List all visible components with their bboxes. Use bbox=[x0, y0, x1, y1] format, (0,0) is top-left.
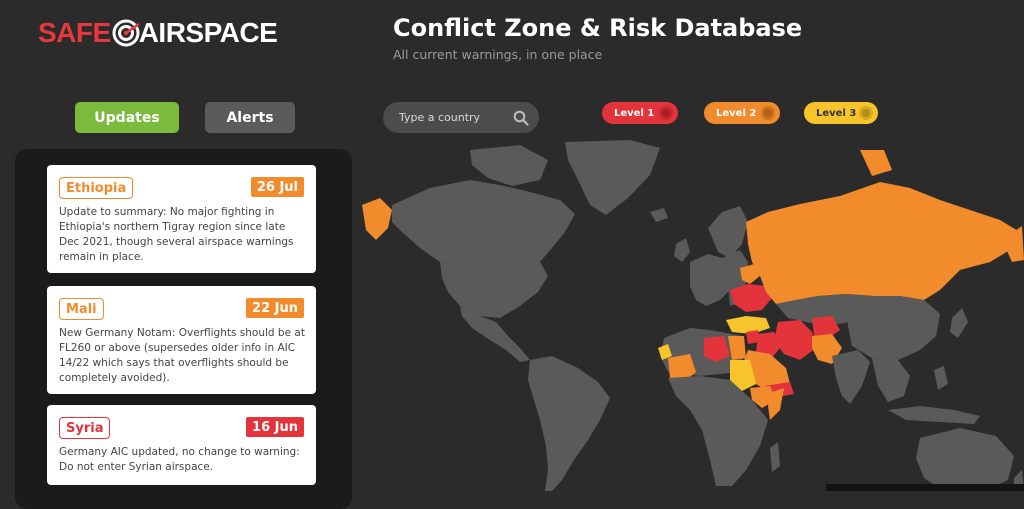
level-3-button[interactable]: Level 3 bbox=[804, 102, 878, 124]
page-title: Conflict Zone & Risk Database bbox=[393, 14, 803, 42]
map-scandinavia[interactable] bbox=[708, 206, 748, 258]
level-1-button[interactable]: Level 1 bbox=[602, 102, 678, 124]
map-indonesia[interactable] bbox=[888, 406, 980, 424]
country-tag[interactable]: Mali bbox=[59, 298, 104, 320]
level-3-label: Level 3 bbox=[816, 107, 857, 119]
level-2-button[interactable]: Level 2 bbox=[704, 102, 780, 124]
update-card-mali[interactable]: Mali 22 Jun New Germany Notam: Overfligh… bbox=[47, 286, 316, 394]
map-uk[interactable] bbox=[674, 238, 690, 262]
map-attribution-bar bbox=[826, 484, 1024, 491]
level-3-toggle-icon bbox=[859, 106, 873, 120]
updates-button[interactable]: Updates bbox=[75, 102, 179, 133]
date-badge: 16 Jun bbox=[246, 417, 304, 437]
update-text: Update to summary: No major fighting in … bbox=[59, 206, 294, 263]
map-novaya-zemlya[interactable] bbox=[860, 150, 892, 176]
map-iran[interactable] bbox=[774, 320, 816, 360]
map-turkey[interactable] bbox=[726, 316, 770, 334]
level-2-toggle-icon bbox=[761, 106, 775, 120]
level-1-label: Level 1 bbox=[614, 107, 655, 119]
map-south-america[interactable] bbox=[528, 356, 610, 491]
level-1-toggle-icon bbox=[659, 106, 673, 120]
map-philippines[interactable] bbox=[934, 366, 948, 390]
country-tag[interactable]: Ethiopia bbox=[59, 177, 134, 199]
map-india[interactable] bbox=[832, 350, 870, 404]
logo-text-safe: SAFE bbox=[38, 17, 111, 48]
update-card-syria[interactable]: Syria 16 Jun Germany AIC updated, no cha… bbox=[47, 405, 316, 485]
update-card-ethiopia[interactable]: Ethiopia 26 Jul Update to summary: No ma… bbox=[47, 165, 316, 273]
map-australia[interactable] bbox=[916, 428, 1014, 491]
map-canada-islands[interactable] bbox=[470, 145, 548, 186]
map-china-mongolia[interactable] bbox=[846, 294, 940, 360]
map-alaska[interactable] bbox=[362, 198, 392, 240]
date-badge: 22 Jun bbox=[246, 298, 304, 318]
map-iceland[interactable] bbox=[650, 208, 668, 222]
map-southeast-asia[interactable] bbox=[872, 358, 910, 402]
map-madagascar[interactable] bbox=[770, 442, 780, 472]
update-text: New Germany Notam: Overflights should be… bbox=[59, 327, 305, 384]
update-text: Germany AIC updated, no change to warnin… bbox=[59, 446, 300, 473]
map-usa[interactable] bbox=[440, 262, 548, 318]
country-search[interactable]: Type a country bbox=[383, 102, 539, 133]
world-risk-map[interactable] bbox=[355, 140, 1024, 491]
map-syria[interactable] bbox=[746, 330, 760, 344]
search-icon[interactable] bbox=[513, 110, 529, 126]
safe-airspace-logo[interactable]: SAFE AIRSPACE bbox=[38, 16, 278, 50]
map-russia[interactable] bbox=[746, 182, 1020, 304]
logo-text-airspace: AIRSPACE bbox=[138, 17, 278, 48]
country-tag[interactable]: Syria bbox=[59, 417, 111, 439]
map-canada[interactable] bbox=[392, 180, 575, 270]
date-badge: 26 Jul bbox=[250, 177, 304, 197]
level-2-label: Level 2 bbox=[716, 107, 757, 119]
search-input[interactable]: Type a country bbox=[399, 111, 513, 124]
alerts-button[interactable]: Alerts bbox=[205, 102, 295, 133]
map-japan[interactable] bbox=[950, 308, 968, 338]
page-subtitle: All current warnings, in one place bbox=[393, 47, 603, 62]
map-greenland[interactable] bbox=[565, 140, 660, 215]
radar-icon bbox=[112, 19, 140, 47]
